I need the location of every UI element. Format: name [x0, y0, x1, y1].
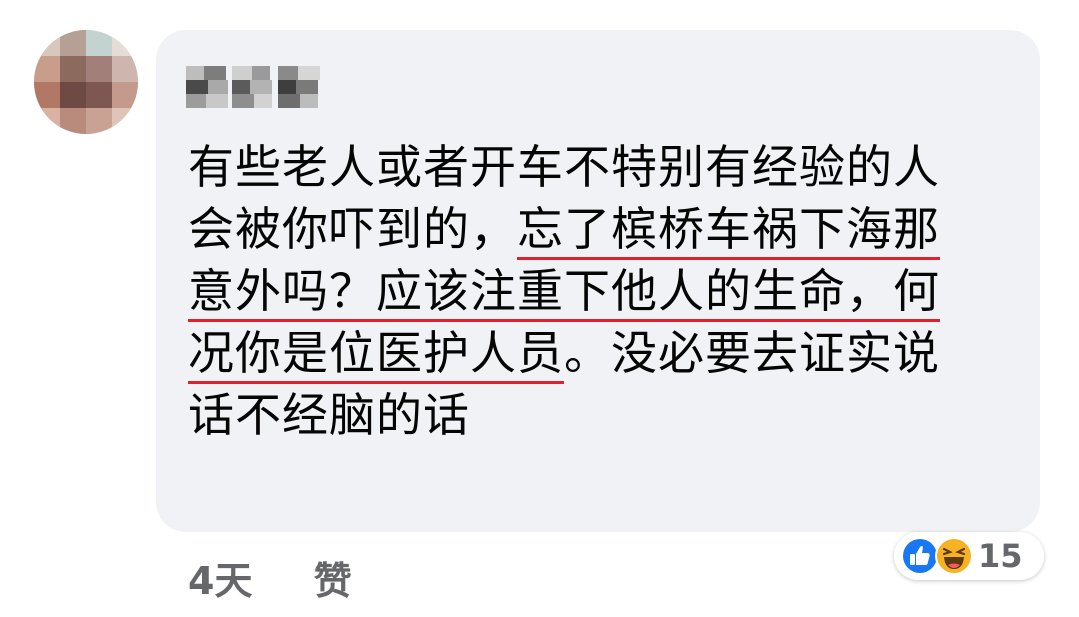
comment-text-segment: 会被你吓到的， [188, 202, 517, 256]
comment-time[interactable]: 4天 [188, 550, 252, 605]
haha-icon [934, 536, 974, 576]
author-name-pixelated[interactable] [186, 62, 322, 108]
comment-line-2: 会被你吓到的，忘了槟桥车祸下海那 [188, 198, 1028, 260]
comment-text: 有些老人或者开车不特别有经验的人 会被你吓到的，忘了槟桥车祸下海那 意外吗？应该… [188, 136, 1028, 446]
like-button[interactable]: 赞 [314, 550, 352, 605]
comment-line-1: 有些老人或者开车不特别有经验的人 [188, 136, 1028, 198]
reactions-summary[interactable]: 15 [894, 532, 1044, 580]
underlined-segment: 忘了槟桥车祸下海那 [517, 202, 940, 256]
comment-line-4: 况你是位医护人员。没必要去证实说 [188, 322, 1028, 384]
comment-line-5: 话不经脑的话 [188, 384, 1028, 446]
comment-meta: 4天 赞 [188, 550, 352, 605]
avatar[interactable] [34, 30, 138, 134]
comment-line-3: 意外吗？应该注重下他人的生命，何 [188, 260, 1028, 322]
underlined-segment: 况你是位医护人员 [188, 326, 564, 380]
reaction-count: 15 [978, 537, 1023, 575]
comment-text-segment: 有些老人或者开车不特别有经验的人 [188, 140, 940, 194]
comment-screen: 有些老人或者开车不特别有经验的人 会被你吓到的，忘了槟桥车祸下海那 意外吗？应该… [0, 0, 1079, 617]
underlined-segment: 意外吗？应该注重下他人的生命，何 [188, 264, 940, 318]
comment-text-segment: 话不经脑的话 [188, 388, 470, 442]
comment-text-segment: 。没必要去证实说 [564, 326, 940, 380]
